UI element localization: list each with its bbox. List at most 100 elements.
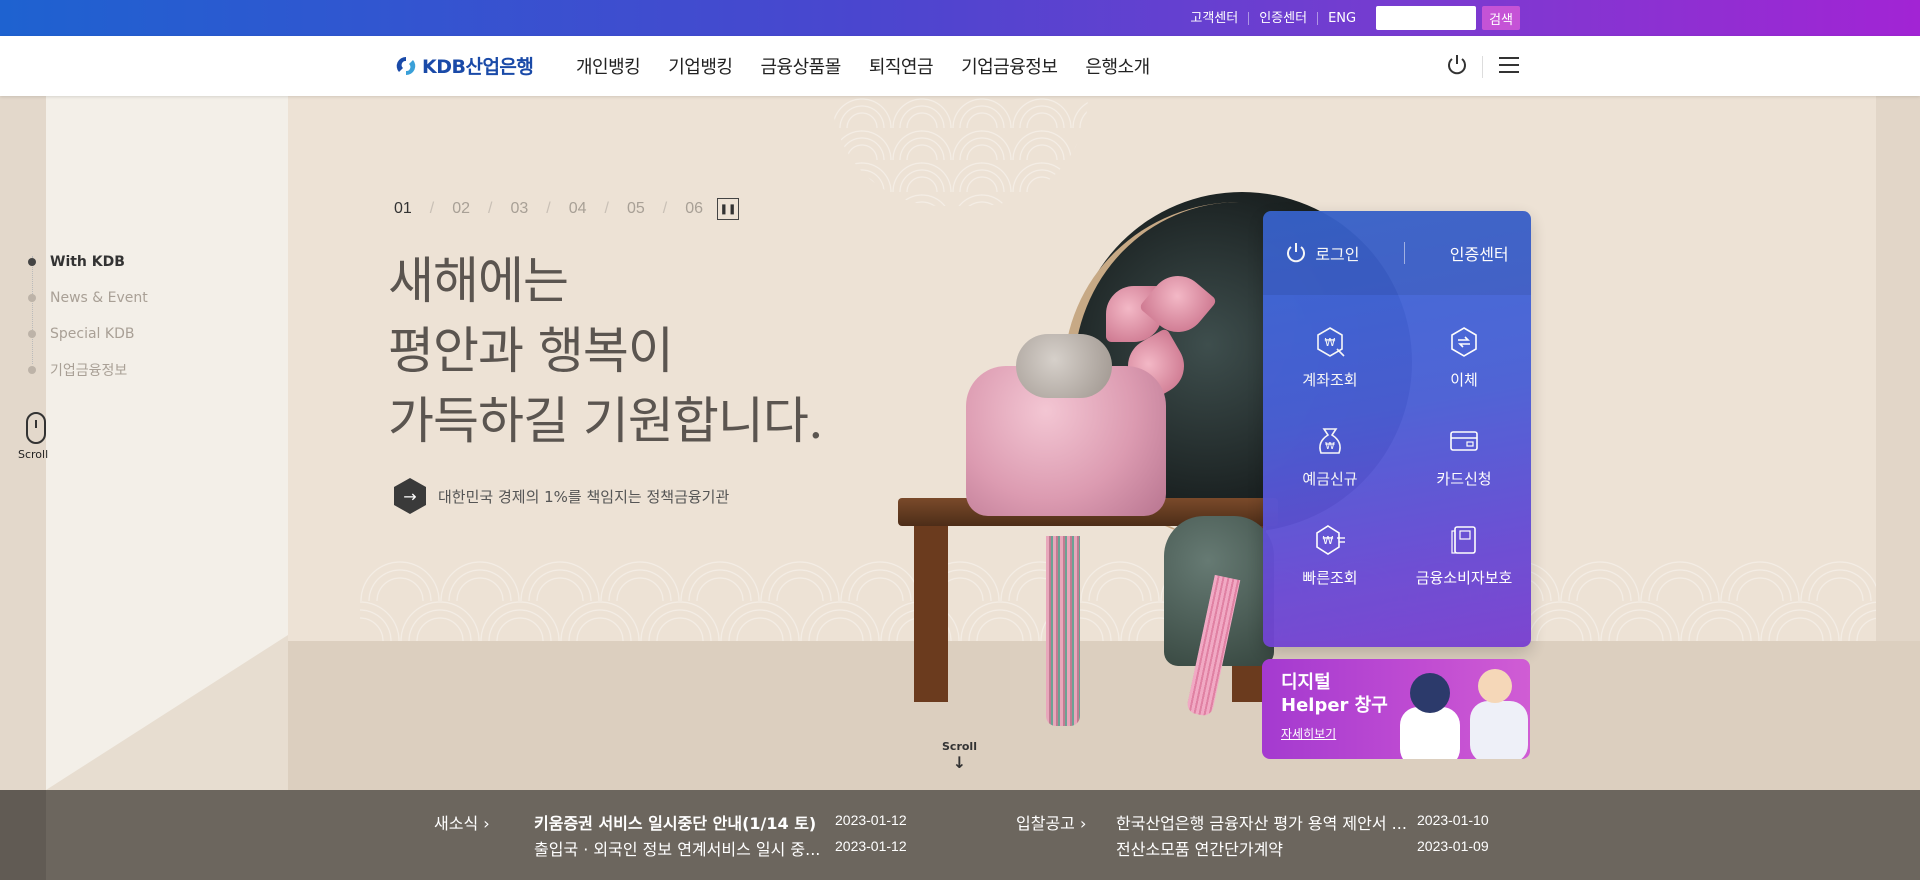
slide-indicator-3[interactable]: 03 [511, 200, 529, 218]
bid-item-1[interactable]: 한국산업은행 금융자산 평가 용역 제안서 ... [1116, 810, 1407, 834]
quick-label: 계좌조회 [1302, 371, 1358, 389]
power-login-icon[interactable] [1446, 53, 1468, 81]
side-nav-label: 기업금융정보 [50, 363, 128, 379]
news-title: 새소식 [434, 814, 479, 833]
helper-elder-illustration [1470, 701, 1528, 759]
quick-label: 예금신규 [1302, 470, 1358, 488]
slide-indicator-6[interactable]: 06 [685, 200, 703, 218]
customer-center-link[interactable]: 고객센터 [1180, 11, 1250, 25]
main-header: KDB산업은행 개인뱅킹 기업뱅킹 금융상품몰 퇴직연금 기업금융정보 은행소개 [0, 36, 1920, 96]
svg-text:₩: ₩ [1325, 441, 1335, 452]
hero-subline-text: 대한민국 경제의 1%를 책임지는 정책금융기관 [438, 487, 730, 506]
side-nav-item-with-kdb[interactable]: With KDB [28, 244, 148, 280]
quick-label: 금융소비자보호 [1415, 569, 1513, 587]
side-nav-dot [28, 366, 36, 374]
quick-inquiry-icon: ₩ [1316, 525, 1345, 555]
quick-transfer[interactable]: 이체 [1397, 325, 1531, 390]
headline-line-2: 평안과 행복이 [388, 322, 674, 380]
eng-link[interactable]: ENG [1318, 12, 1366, 25]
pause-button[interactable]: ❚❚ [717, 198, 740, 220]
card-icon [1450, 431, 1478, 451]
helper-elder-head [1478, 669, 1512, 703]
chevron-right-icon: › [483, 814, 490, 833]
arrow-down-icon: ↓ [952, 753, 967, 772]
bid-title-link[interactable]: 입찰공고 › [1016, 810, 1086, 834]
quick-cert-button[interactable]: 인증센터 [1450, 241, 1509, 265]
pager-separator: / [662, 200, 668, 217]
arrow-right-icon: → [394, 478, 426, 514]
side-nav-dot [28, 330, 36, 338]
hero-subline[interactable]: → 대한민국 경제의 1%를 책임지는 정책금융기관 [394, 478, 729, 514]
header-icons [1446, 53, 1521, 81]
side-nav-item-corp-finance[interactable]: 기업금융정보 [28, 352, 148, 388]
slide-indicator-4[interactable]: 04 [569, 200, 587, 218]
side-nav-label: News & Event [50, 290, 148, 306]
quick-label: 이체 [1450, 371, 1478, 389]
power-icon [1287, 243, 1306, 263]
kdb-logo[interactable]: KDB산업은행 [394, 52, 534, 79]
scroll-label: Scroll [18, 448, 49, 461]
quick-menu-grid: ₩ 계좌조회 이체 ₩ 예금신규 카드신청 ₩ 빠른조회 금융소비자보호 [1263, 295, 1531, 588]
quick-fast-inquiry[interactable]: ₩ 빠른조회 [1263, 523, 1397, 588]
side-nav: With KDB News & Event Special KDB 기업금융정보 [28, 244, 148, 388]
side-nav-label: Special KDB [50, 326, 135, 342]
quick-label: 카드신청 [1436, 470, 1492, 488]
news-date-2: 2023-01-12 [835, 838, 907, 854]
hero-right-band [1876, 96, 1920, 641]
nav-financial-products[interactable]: 금융상품몰 [761, 53, 842, 79]
quick-consumer-protection[interactable]: 금융소비자보호 [1397, 523, 1531, 588]
consumer-protection-icon [1451, 526, 1476, 554]
norigae-tassel-image [1046, 536, 1080, 726]
hero-light-panel [46, 96, 288, 790]
news-item-2[interactable]: 출입국 · 외국인 정보 연계서비스 일시 중... [534, 836, 820, 860]
search-input[interactable] [1376, 6, 1477, 30]
quick-login-label: 로그인 [1315, 245, 1360, 264]
chevron-right-icon: › [1079, 814, 1087, 833]
news-title-link[interactable]: 새소식 › [434, 810, 490, 834]
hamburger-menu-icon[interactable] [1497, 55, 1521, 79]
quick-login-button[interactable]: 로그인 [1285, 241, 1359, 265]
nav-about-bank[interactable]: 은행소개 [1085, 53, 1150, 79]
helper-title-line-2: Helper 창구 [1281, 695, 1388, 716]
bid-title: 입찰공고 [1016, 814, 1075, 833]
cert-center-link[interactable]: 인증센터 [1249, 11, 1319, 25]
scroll-down-label: Scroll [942, 740, 977, 753]
slide-indicator-5[interactable]: 05 [627, 200, 645, 218]
logo-text: KDB산업은행 [422, 56, 534, 78]
quick-card-apply[interactable]: 카드신청 [1397, 424, 1531, 489]
headline-line-1: 새해에는 [388, 252, 569, 310]
slide-indicator-2[interactable]: 02 [452, 200, 470, 218]
bid-date-2: 2023-01-09 [1417, 838, 1489, 854]
nav-corporate-finance-info[interactable]: 기업금융정보 [961, 53, 1058, 79]
digital-helper-banner[interactable]: 디지털 Helper 창구 자세히보기 [1262, 659, 1530, 759]
nav-retirement-pension[interactable]: 퇴직연금 [869, 53, 934, 79]
scroll-down-indicator[interactable]: Scroll ↓ [942, 740, 977, 772]
side-nav-label: With KDB [50, 254, 125, 270]
pager-separator: / [604, 200, 609, 217]
search-button[interactable]: 검색 [1482, 6, 1520, 30]
header-divider [1482, 56, 1483, 78]
side-nav-dot [28, 258, 36, 266]
quick-header-divider [1404, 242, 1406, 264]
nav-corporate-banking[interactable]: 기업뱅킹 [668, 53, 733, 79]
hero-section: With KDB News & Event Special KDB 기업금융정보… [0, 96, 1920, 790]
quick-new-deposit[interactable]: ₩ 예금신규 [1263, 424, 1397, 489]
helper-title-line-1: 디지털 [1281, 672, 1331, 693]
helper-more-link[interactable]: 자세히보기 [1281, 725, 1336, 742]
kdb-logo-icon [394, 54, 418, 78]
hero-headline: 새해에는 평안과 행복이 가득하길 기원합니다. [388, 246, 824, 456]
scroll-mouse-indicator: Scroll [18, 412, 48, 461]
helper-title: 디지털 Helper 창구 [1281, 671, 1388, 717]
side-nav-item-news-event[interactable]: News & Event [28, 280, 148, 316]
side-nav-item-special-kdb[interactable]: Special KDB [28, 316, 148, 352]
quick-account-inquiry[interactable]: ₩ 계좌조회 [1263, 325, 1397, 390]
slide-pager: 01 / 02 / 03 / 04 / 05 / 06 ❚❚ [394, 198, 740, 220]
slide-indicator-1[interactable]: 01 [394, 200, 412, 218]
bundle-knot-image [1016, 334, 1112, 398]
quick-menu-header: 로그인 인증센터 [1263, 211, 1531, 295]
news-date-1: 2023-01-12 [835, 812, 907, 828]
news-item-1[interactable]: 키움증권 서비스 일시중단 안내(1/14 토) [534, 810, 816, 834]
notice-left-shade [0, 790, 46, 880]
nav-personal-banking[interactable]: 개인뱅킹 [576, 53, 641, 79]
bid-item-2[interactable]: 전산소모품 연간단가계약 [1116, 836, 1283, 860]
